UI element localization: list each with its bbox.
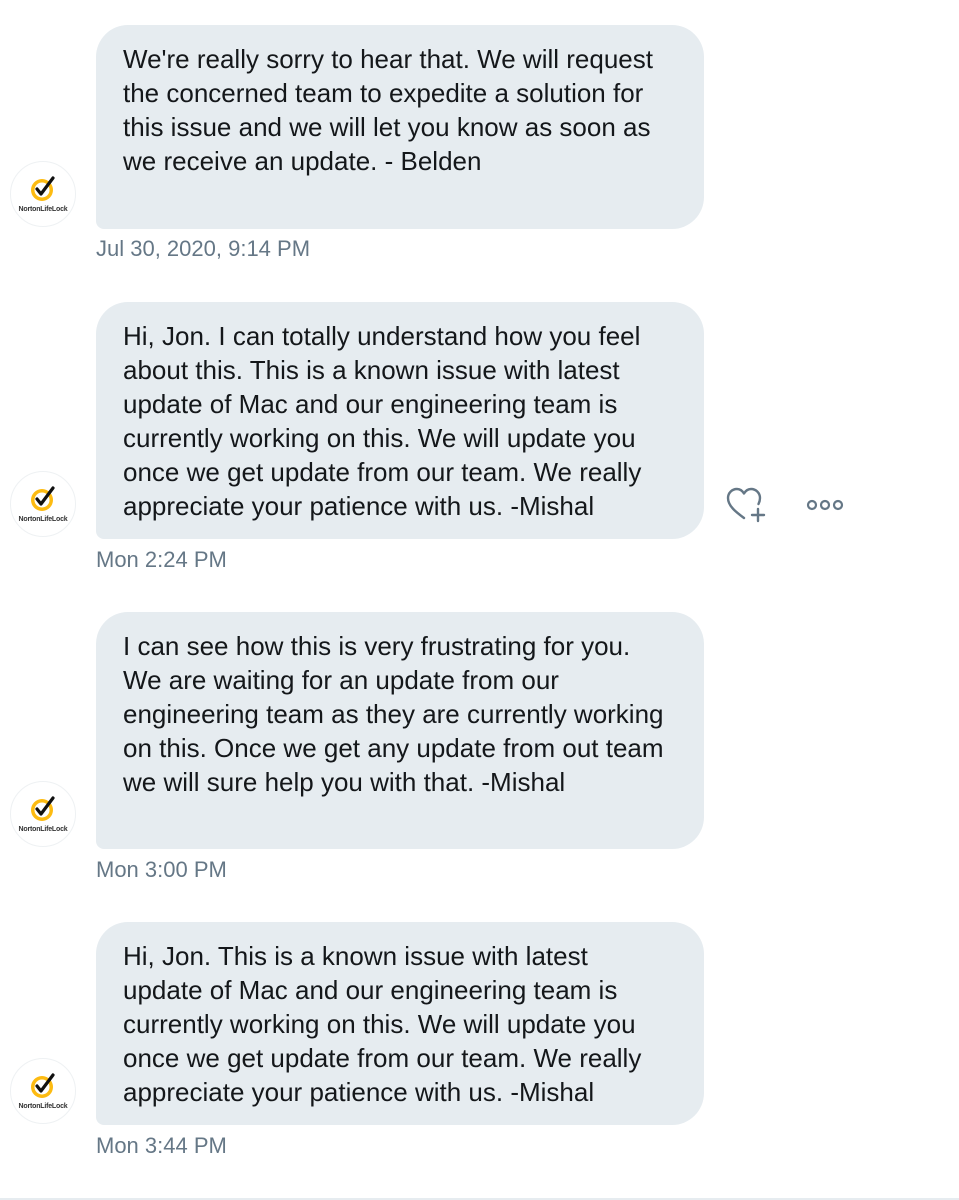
brand-name: NortonLifeLock xyxy=(18,516,68,523)
brand-name: NortonLifeLock xyxy=(18,826,68,833)
norton-checkmark-icon xyxy=(31,176,55,201)
add-reaction-button[interactable] xyxy=(724,485,768,525)
avatar[interactable]: NortonLifeLock xyxy=(10,471,76,537)
message-bubble: Hi, Jon. I can totally understand how yo… xyxy=(96,302,704,539)
message-bubble: We're really sorry to hear that. We will… xyxy=(96,25,704,229)
message-bubble: I can see how this is very frustrating f… xyxy=(96,612,704,849)
more-options-button[interactable] xyxy=(806,498,844,512)
message-timestamp: Mon 3:44 PM xyxy=(96,1133,227,1158)
norton-checkmark-icon xyxy=(31,1073,55,1098)
avatar[interactable]: NortonLifeLock xyxy=(10,161,76,227)
add-reaction-icon xyxy=(726,487,766,523)
brand-name: NortonLifeLock xyxy=(18,206,68,213)
message-timestamp: Mon 2:24 PM xyxy=(96,547,227,572)
avatar[interactable]: NortonLifeLock xyxy=(10,1058,76,1124)
avatar[interactable]: NortonLifeLock xyxy=(10,781,76,847)
norton-checkmark-icon xyxy=(31,796,55,821)
message-bubble: Hi, Jon. This is a known issue with late… xyxy=(96,922,704,1125)
norton-checkmark-icon xyxy=(31,486,55,511)
message-timestamp: Jul 30, 2020, 9:14 PM xyxy=(96,236,311,261)
more-options-icon xyxy=(806,499,844,511)
message-actions xyxy=(724,485,844,525)
brand-name: NortonLifeLock xyxy=(18,1103,68,1110)
message-timestamp: Mon 3:00 PM xyxy=(96,857,227,882)
